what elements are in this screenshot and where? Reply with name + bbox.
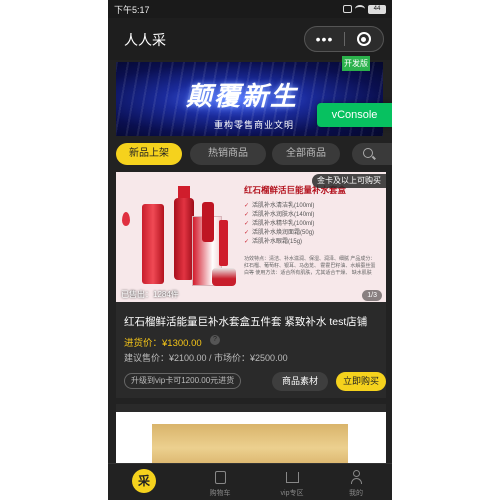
image-product-description: 功效特点：清洁、补水滋润、保湿、润泽、细腻 产品成分：红石榴、葡萄籽、银耳、马齿… <box>244 256 376 276</box>
cream-jar-image <box>212 268 236 286</box>
tab-new-arrivals[interactable]: 新品上架 <box>116 143 182 165</box>
tabbar-item-mine[interactable]: 我的 <box>326 466 386 500</box>
product-card[interactable] <box>116 404 386 464</box>
membership-tag: 金卡及以上可购买 <box>312 174 386 188</box>
tabbar-item-vip[interactable]: vip专区 <box>262 466 322 500</box>
dev-version-badge: 开发版 <box>342 56 370 71</box>
banner-headline: 颠覆新生 <box>186 82 299 112</box>
search-icon <box>363 148 373 158</box>
bottom-tab-bar: 采 购物车 vip专区 我的 <box>108 463 392 500</box>
image-item: 活肌补水精华乳(100ml) <box>244 220 380 229</box>
toner-bottle-image <box>174 198 194 280</box>
cost-price-label: 进货价： <box>124 338 163 349</box>
mini-program-capsule: ••• <box>304 26 384 52</box>
carousel-pager: 1/3 <box>362 290 382 301</box>
product-title: 红石榴鲜活能量巨补水套盒五件套 紧致补水 test店铺 <box>124 316 368 328</box>
tab-all-products[interactable]: 全部商品 <box>272 143 340 165</box>
image-item: 活肌补水润肤水(140ml) <box>244 211 380 220</box>
target-icon <box>356 32 371 46</box>
vip-upgrade-tag[interactable]: 升级到vip卡可1200.00元进货 <box>124 373 242 389</box>
search-button[interactable] <box>352 143 392 165</box>
user-icon <box>351 470 362 484</box>
buy-now-button[interactable]: 立即购买 <box>336 372 386 391</box>
tabbar-label: vip专区 <box>280 490 304 497</box>
crown-icon <box>286 472 299 483</box>
serum-bottle-image <box>202 202 214 242</box>
status-icons: 44 <box>343 3 386 15</box>
drop-decoration <box>122 212 130 226</box>
cleanser-tube-image <box>142 204 164 284</box>
image-item-list: 活肌补水清洁乳(100ml) 活肌补水润肤水(140ml) 活肌补水精华乳(10… <box>244 202 380 247</box>
product-image <box>116 412 386 464</box>
product-image-carousel[interactable]: 红石榴鲜活巨能量补水套盒 活肌补水清洁乳(100ml) 活肌补水润肤水(140m… <box>116 172 386 302</box>
cost-price-row: 进货价：¥1300.00 <box>124 335 202 349</box>
product-package-image <box>152 424 348 464</box>
banner-subtitle: 重构零售商业文明 <box>214 120 295 130</box>
cost-price-value: ¥1300.00 <box>162 338 202 349</box>
help-icon[interactable]: ? <box>210 335 220 345</box>
tabbar-item-cart[interactable]: 购物车 <box>190 466 250 500</box>
suggested-price-row: 建议售价：¥2100.00 / 市场价：¥2500.00 <box>124 353 288 363</box>
wifi-icon <box>355 5 365 13</box>
product-material-button[interactable]: 商品素材 <box>272 372 328 391</box>
essence-bottle-image <box>219 220 228 266</box>
product-card[interactable]: 红石榴鲜活巨能量补水套盒 活肌补水清洁乳(100ml) 活肌补水润肤水(140m… <box>116 172 386 398</box>
page-title: 人人采 <box>124 32 166 48</box>
vconsole-button[interactable]: vConsole <box>317 103 392 127</box>
tabbar-label: 我的 <box>349 490 363 497</box>
tabbar-label: 购物车 <box>209 490 231 497</box>
image-item: 活肌补水眼霜(15g) <box>244 238 380 247</box>
tabbar-item-home[interactable]: 采 <box>114 466 174 500</box>
nav-bar: 人人采 ••• <box>108 18 392 60</box>
image-item: 活肌补水焕润面霜(50g) <box>244 229 380 238</box>
sim-icon <box>343 5 352 13</box>
sales-count: 已售出：1284件 <box>121 290 179 299</box>
battery-icon: 44 <box>368 4 386 14</box>
home-logo-icon: 采 <box>132 469 156 493</box>
more-dots-icon[interactable]: ••• <box>305 29 344 49</box>
status-bar: 下午5:17 44 <box>108 0 392 18</box>
cart-icon <box>215 471 226 484</box>
category-tabs: 新品上架 热销商品 全部商品 <box>116 143 392 167</box>
tab-hot-products[interactable]: 热销商品 <box>190 143 266 165</box>
app-screen: 下午5:17 44 人人采 ••• 颠覆新生 重构零售商业文明 开发版 vCon… <box>108 0 392 500</box>
image-item: 活肌补水清洁乳(100ml) <box>244 202 380 211</box>
close-target-button[interactable] <box>345 32 383 46</box>
status-time: 下午5:17 <box>114 5 150 15</box>
